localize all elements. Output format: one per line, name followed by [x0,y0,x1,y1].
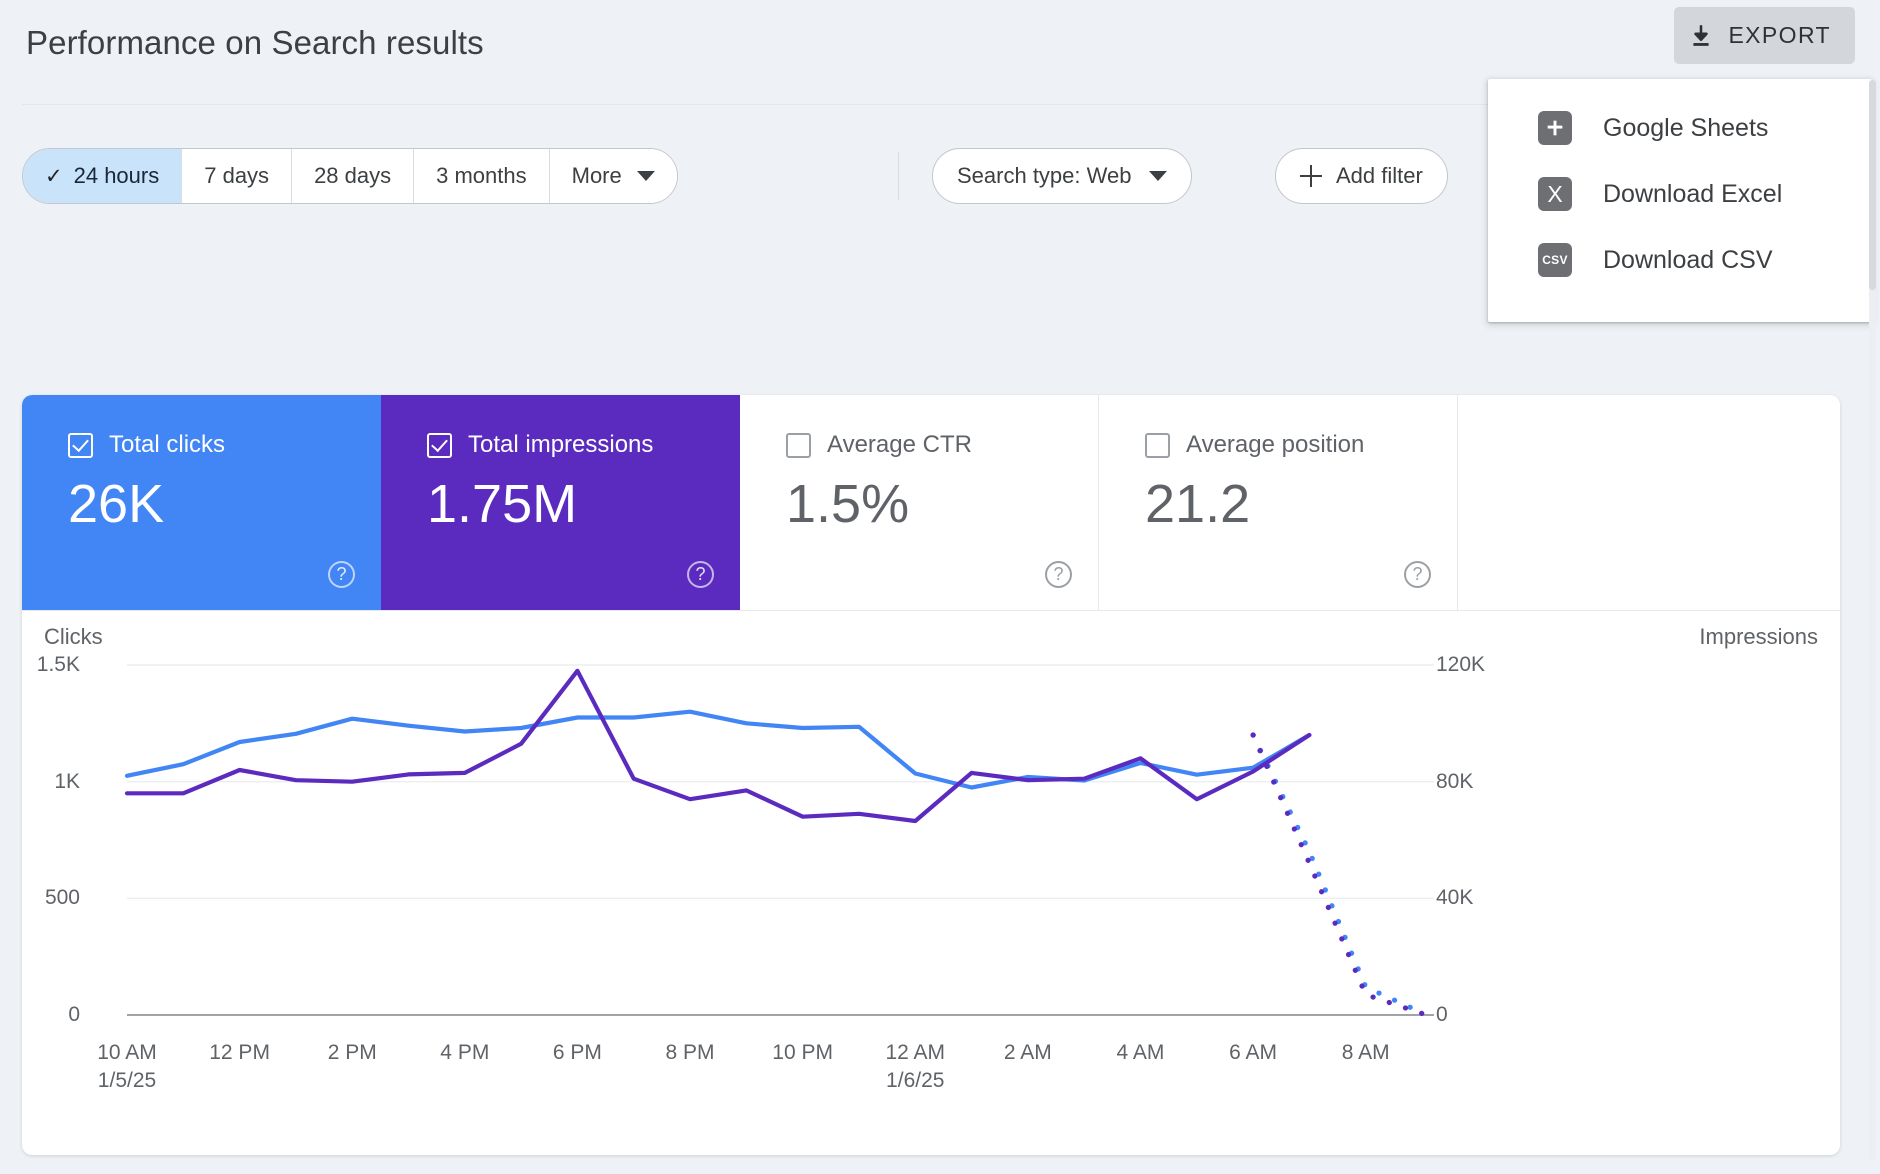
date-chip-label: 7 days [204,163,270,188]
help-icon[interactable]: ? [687,561,714,588]
x-tick: 8 PM [665,1041,715,1064]
help-icon[interactable]: ? [328,561,355,588]
y-tick-left: 1.5K [36,653,80,676]
menu-item-google-sheets[interactable]: Google Sheets [1488,95,1872,161]
help-icon[interactable]: ? [1404,561,1431,588]
toolbar-divider [898,152,899,200]
x-tick: 10 PM [772,1041,833,1064]
google-sheets-icon [1538,111,1572,145]
add-filter-button[interactable]: Add filter [1275,148,1448,204]
x-tick: 12 PM [209,1041,270,1064]
x-tick: 12 AM 1/6/25 [885,1041,946,1093]
page-scrollbar-thumb[interactable] [1869,80,1876,290]
export-button[interactable]: EXPORT [1674,7,1855,64]
metric-card-value: 26K [68,474,165,534]
metric-cards: Total clicks 26K ? Total impressions 1.7… [22,395,1458,610]
excel-glyph: X [1547,180,1563,207]
x-tick: 10 AM 1/5/25 [97,1041,157,1093]
check-icon: ✓ [45,164,63,188]
date-chip-3-months[interactable]: 3 months [414,149,550,203]
checkbox-total-clicks[interactable] [68,432,93,458]
date-chip-label: 3 months [436,163,527,188]
y-tick-right: 0 [1436,1003,1448,1026]
date-range-selector: ✓ 24 hours 7 days 28 days 3 months More [22,148,678,204]
y-tick-left: 0 [68,1003,80,1026]
menu-item-label: Download Excel [1603,179,1783,208]
metric-card-name: Average position [1186,431,1365,458]
metric-card-value: 1.5% [786,474,910,534]
date-chip-more[interactable]: More [549,149,677,203]
chevron-down-icon [636,171,655,181]
page-title: Performance on Search results [26,24,484,61]
date-chip-24-hours[interactable]: ✓ 24 hours [23,149,183,203]
x-tick: 6 AM [1229,1041,1278,1064]
x-tick: 6 PM [552,1041,602,1064]
performance-chart: Clicks Impressions 1.5K 1K 500 0 120K 80K 40K… [22,611,1840,1155]
y-tick-left: 500 [44,886,80,910]
export-button-label: EXPORT [1728,22,1831,48]
download-icon [1688,23,1714,49]
metric-card-header: Average CTR [786,431,1098,459]
metric-card-header: Average position [1145,431,1457,459]
chevron-down-icon [1149,171,1168,181]
x-tick: 8 AM [1341,1041,1390,1064]
performance-page: Performance on Search results EXPORT Goo… [0,0,1880,1174]
checkbox-average-position[interactable] [1145,432,1170,458]
menu-item-label: Download CSV [1603,245,1773,274]
export-dropdown-menu: Google Sheets X Download Excel CSV Downl… [1488,79,1872,322]
metric-card-average-position[interactable]: Average position 21.2 ? [1099,395,1458,610]
y-tick-right: 40K [1436,886,1474,910]
metric-card-average-ctr[interactable]: Average CTR 1.5% ? [740,395,1099,610]
x-tick: 2 AM [1003,1041,1052,1064]
metric-card-total-clicks[interactable]: Total clicks 26K ? [22,395,381,610]
metric-card-header: Total clicks [68,431,381,459]
menu-item-label: Google Sheets [1603,113,1769,142]
menu-item-download-excel[interactable]: X Download Excel [1488,161,1872,227]
metric-card-name: Total impressions [468,431,654,458]
metric-card-total-impressions[interactable]: Total impressions 1.75M ? [381,395,740,610]
menu-item-download-csv[interactable]: CSV Download CSV [1488,227,1872,293]
checkbox-average-ctr[interactable] [786,432,811,458]
x-tick: 4 AM [1116,1041,1165,1064]
metric-card-name: Average CTR [827,431,972,458]
search-type-label: Search type: Web [957,163,1132,188]
date-chip-28-days[interactable]: 28 days [292,149,415,203]
x-tick: 4 PM [440,1041,490,1064]
excel-icon: X [1538,177,1572,211]
search-type-filter[interactable]: Search type: Web [932,148,1193,204]
date-chip-label: More [571,163,622,188]
y-tick-right: 80K [1436,769,1474,793]
metric-card-value: 21.2 [1145,474,1251,534]
y-tick-left: 1K [54,769,80,793]
checkbox-total-impressions[interactable] [427,432,452,458]
help-icon[interactable]: ? [1045,561,1072,588]
x-tick: 2 PM [327,1041,377,1064]
performance-panel: Total clicks 26K ? Total impressions 1.7… [22,395,1840,1155]
csv-glyph: CSV [1542,253,1568,267]
metric-card-name: Total clicks [109,431,226,458]
date-chip-label: 24 hours [73,163,160,188]
date-chip-label: 28 days [314,163,392,188]
plus-icon [1300,165,1322,187]
add-filter-label: Add filter [1336,163,1423,188]
csv-icon: CSV [1538,243,1572,277]
y-tick-right: 120K [1436,653,1486,676]
date-chip-7-days[interactable]: 7 days [182,149,293,203]
metric-card-header: Total impressions [427,431,740,459]
metric-card-value: 1.75M [427,474,578,534]
